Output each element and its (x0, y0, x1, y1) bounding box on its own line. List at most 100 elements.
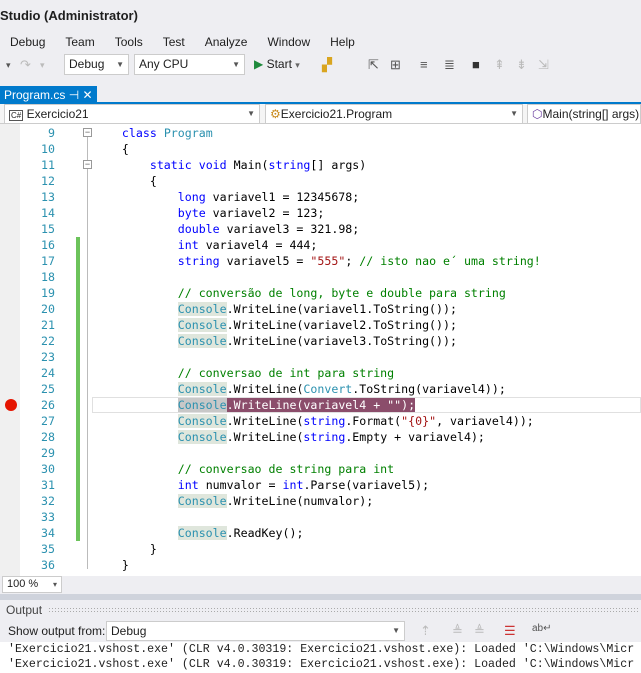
comment-icon[interactable]: ≡ (420, 57, 428, 72)
code-text: Console.WriteLine(Convert.ToString(varia… (94, 381, 506, 397)
configuration-select[interactable]: Debug ▼ (64, 54, 129, 75)
code-text: long variavel1 = 12345678; (94, 189, 359, 205)
menu-tools[interactable]: Tools (105, 33, 153, 51)
member-value: Main(string[] args) (542, 107, 640, 121)
code-line[interactable]: 11 static void Main(string[] args) (0, 157, 641, 173)
code-line[interactable]: 23 (0, 349, 641, 365)
menu-debug[interactable]: Debug (0, 33, 55, 51)
find-in-files-icon[interactable]: ▞ (322, 57, 332, 73)
next-bookmark-icon[interactable]: ⇟ (516, 57, 527, 73)
code-token: "{0}" (401, 414, 437, 428)
code-line[interactable]: 33 (0, 509, 641, 525)
code-line[interactable]: 25 Console.WriteLine(Convert.ToString(va… (0, 381, 641, 397)
code-line[interactable]: 36 } (0, 557, 641, 573)
code-line[interactable]: 24 // conversao de int para string (0, 365, 641, 381)
code-line[interactable]: 27 Console.WriteLine(string.Format("{0}"… (0, 413, 641, 429)
redo-dropdown-icon[interactable]: ▾ (40, 60, 45, 71)
code-line[interactable]: 26 Console.WriteLine(variavel4 + ""); (0, 397, 641, 413)
pin-icon[interactable]: ⊣ (69, 88, 79, 102)
code-line[interactable]: 9 class Program (0, 125, 641, 141)
step-icon[interactable]: ⇱ (368, 57, 379, 73)
code-line[interactable]: 18 (0, 269, 641, 285)
code-token: int (177, 238, 199, 252)
uncomment-icon[interactable]: ≣ (444, 57, 455, 73)
previous-message-icon[interactable]: ≜ (452, 623, 463, 639)
find-message-icon[interactable]: ⇡ (420, 623, 431, 639)
code-line[interactable]: 31 int numvalor = int.Parse(variavel5); (0, 477, 641, 493)
menu-help[interactable]: Help (320, 33, 365, 51)
panel-grip[interactable] (48, 607, 638, 612)
platform-select[interactable]: Any CPU ▼ (134, 54, 245, 75)
code-line[interactable]: 29 (0, 445, 641, 461)
breakpoint-icon[interactable] (5, 399, 17, 411)
line-number: 24 (41, 366, 55, 380)
start-button[interactable]: ▶ Start ▾ (254, 57, 300, 71)
code-line[interactable]: 32 Console.WriteLine(numvalor); (0, 493, 641, 509)
line-number: 26 (41, 398, 55, 412)
word-wrap-icon[interactable]: ab↵ (532, 623, 552, 634)
menu-test[interactable]: Test (153, 33, 195, 51)
collapse-icon[interactable]: − (83, 160, 92, 169)
next-message-icon[interactable]: ≜ (474, 623, 485, 639)
code-line[interactable]: 21 Console.WriteLine(variavel2.ToString(… (0, 317, 641, 333)
collapse-icon[interactable]: − (83, 128, 92, 137)
code-line[interactable]: 35 } (0, 541, 641, 557)
clear-all-icon[interactable]: ☰ (504, 623, 516, 639)
chevron-down-icon: ▼ (247, 109, 255, 118)
zoom-select[interactable]: 100 % ▾ (2, 576, 62, 593)
format-icon[interactable]: ⊞ (390, 57, 401, 73)
code-line[interactable]: 17 string variavel5 = "555"; // isto nao… (0, 253, 641, 269)
panel-splitter[interactable] (0, 594, 641, 600)
menu-analyze[interactable]: Analyze (195, 33, 258, 51)
code-token: Console (177, 414, 227, 428)
code-line[interactable]: 16 int variavel4 = 444; (0, 237, 641, 253)
project-select[interactable]: C# Exercicio21 ▼ (4, 104, 260, 124)
code-line[interactable]: 14 byte variavel2 = 123; (0, 205, 641, 221)
code-line[interactable]: 20 Console.WriteLine(variavel1.ToString(… (0, 301, 641, 317)
prev-bookmark-icon[interactable]: ⇞ (494, 57, 505, 73)
output-text[interactable]: 'Exercicio21.vshost.exe' (CLR v4.0.30319… (0, 642, 641, 673)
type-select[interactable]: ⚙Exercicio21.Program ▼ (265, 104, 523, 124)
code-line[interactable]: 19 // conversão de long, byte e double p… (0, 285, 641, 301)
member-select[interactable]: ⬡Main(string[] args) (527, 104, 641, 124)
code-token: double (177, 222, 220, 236)
code-token: [] args) (310, 158, 367, 172)
code-line[interactable]: 12 { (0, 173, 641, 189)
code-token: int (177, 478, 199, 492)
code-line[interactable]: 28 Console.WriteLine(string.Empty + vari… (0, 429, 641, 445)
code-token: variavel1 = 12345678; (205, 190, 360, 204)
line-number: 27 (41, 414, 55, 428)
line-number: 32 (41, 494, 55, 508)
code-editor[interactable]: 9 class Program 10 {11 static void Main(s… (0, 124, 641, 576)
code-line[interactable]: 22 Console.WriteLine(variavel3.ToString(… (0, 333, 641, 349)
code-line[interactable]: 10 { (0, 141, 641, 157)
output-source-select[interactable]: Debug ▼ (106, 621, 405, 641)
line-number: 15 (41, 222, 55, 236)
bookmark-icon[interactable]: ■ (472, 57, 480, 72)
menu-team[interactable]: Team (55, 33, 104, 51)
code-line[interactable]: 15 double variavel3 = 321.98; (0, 221, 641, 237)
code-token: ; (345, 254, 360, 268)
code-line[interactable]: 34 Console.ReadKey(); (0, 525, 641, 541)
code-token: string (268, 158, 311, 172)
code-text: static void Main(string[] args) (94, 157, 366, 173)
code-token: numvalor = (198, 478, 283, 492)
menu-window[interactable]: Window (257, 33, 320, 51)
dropdown-arrow-icon[interactable]: ▾ (6, 60, 11, 71)
code-line[interactable]: 30 // conversao de string para int (0, 461, 641, 477)
code-token: Console (177, 318, 227, 332)
close-icon[interactable]: ✕ (83, 88, 93, 102)
line-number: 14 (41, 206, 55, 220)
code-line[interactable]: 13 long variavel1 = 12345678; (0, 189, 641, 205)
clear-bookmarks-icon[interactable]: ⇲ (538, 57, 549, 73)
code-text: byte variavel2 = 123; (94, 205, 325, 221)
code-token: , variavel4)); (436, 414, 534, 428)
redo-icon[interactable]: ↷ (20, 57, 31, 73)
